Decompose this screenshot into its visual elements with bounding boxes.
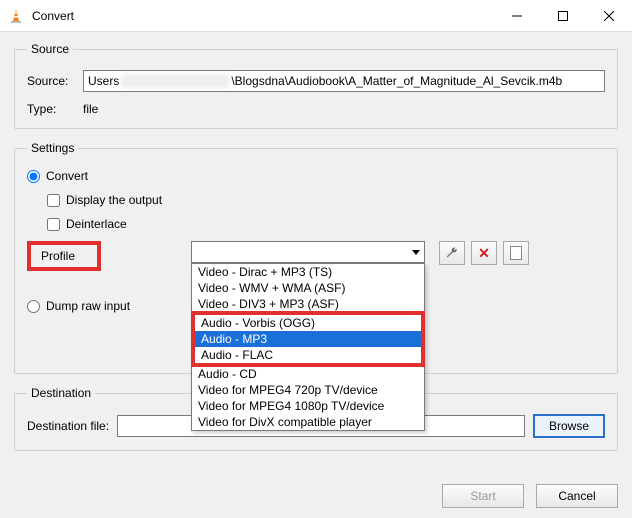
source-legend: Source: [27, 42, 73, 56]
cancel-button[interactable]: Cancel: [536, 484, 618, 508]
settings-group: Settings Convert Display the output Dein…: [14, 141, 618, 374]
settings-legend: Settings: [27, 141, 78, 155]
display-output-checkbox[interactable]: [47, 194, 60, 207]
dropdown-item[interactable]: Video - WMV + WMA (ASF): [192, 280, 424, 296]
dropdown-item[interactable]: Video for DivX compatible player: [192, 414, 424, 430]
delete-profile-button[interactable]: ✕: [471, 241, 497, 265]
deinterlace-label: Deinterlace: [66, 217, 127, 231]
dump-raw-label: Dump raw input: [46, 299, 130, 313]
source-path-prefix: Users: [88, 74, 119, 88]
dropdown-item[interactable]: Audio - CD: [192, 366, 424, 382]
dropdown-highlight: Audio - Vorbis (OGG) Audio - MP3 Audio -…: [191, 311, 425, 367]
maximize-button[interactable]: [540, 0, 586, 32]
new-profile-icon: [510, 246, 522, 260]
dropdown-item[interactable]: Video for MPEG4 720p TV/device: [192, 382, 424, 398]
dialog-footer: Start Cancel: [442, 484, 618, 508]
dropdown-item[interactable]: Audio - Vorbis (OGG): [195, 315, 421, 331]
dump-raw-radio[interactable]: [27, 300, 40, 313]
profile-combobox[interactable]: [191, 241, 425, 263]
source-label: Source:: [27, 74, 83, 88]
dropdown-item[interactable]: Video - Dirac + MP3 (TS): [192, 264, 424, 280]
start-button[interactable]: Start: [442, 484, 524, 508]
type-value: file: [83, 102, 98, 116]
new-profile-button[interactable]: [503, 241, 529, 265]
source-path-suffix: \Blogsdna\Audiobook\A_Matter_of_Magnitud…: [231, 74, 562, 88]
wrench-icon: [445, 246, 459, 260]
dropdown-item-selected[interactable]: Audio - MP3: [195, 331, 421, 347]
profile-label-highlight: Profile: [27, 241, 101, 271]
source-input[interactable]: Users \Blogsdna\Audiobook\A_Matter_of_Ma…: [83, 70, 605, 92]
close-button[interactable]: [586, 0, 632, 32]
convert-label: Convert: [46, 169, 88, 183]
dropdown-item[interactable]: Video for MPEG4 1080p TV/device: [192, 398, 424, 414]
destination-legend: Destination: [27, 386, 95, 400]
titlebar: Convert: [0, 0, 632, 32]
edit-profile-button[interactable]: [439, 241, 465, 265]
dropdown-item[interactable]: Video - DIV3 + MP3 (ASF): [192, 296, 424, 312]
display-output-label: Display the output: [66, 193, 162, 207]
browse-button[interactable]: Browse: [533, 414, 605, 438]
window-controls: [494, 0, 632, 32]
redacted-segment: [120, 74, 230, 88]
convert-radio[interactable]: [27, 170, 40, 183]
profile-label: Profile: [41, 249, 75, 263]
chevron-down-icon: [412, 250, 420, 255]
dropdown-item[interactable]: Audio - FLAC: [195, 347, 421, 363]
minimize-button[interactable]: [494, 0, 540, 32]
vlc-icon: [8, 8, 24, 24]
window-title: Convert: [32, 9, 74, 23]
delete-icon: ✕: [478, 245, 490, 262]
destination-file-label: Destination file:: [27, 419, 109, 433]
profile-dropdown: Video - Dirac + MP3 (TS) Video - WMV + W…: [191, 263, 425, 431]
deinterlace-checkbox[interactable]: [47, 218, 60, 231]
type-label: Type:: [27, 102, 83, 116]
source-group: Source Source: Users \Blogsdna\Audiobook…: [14, 42, 618, 129]
